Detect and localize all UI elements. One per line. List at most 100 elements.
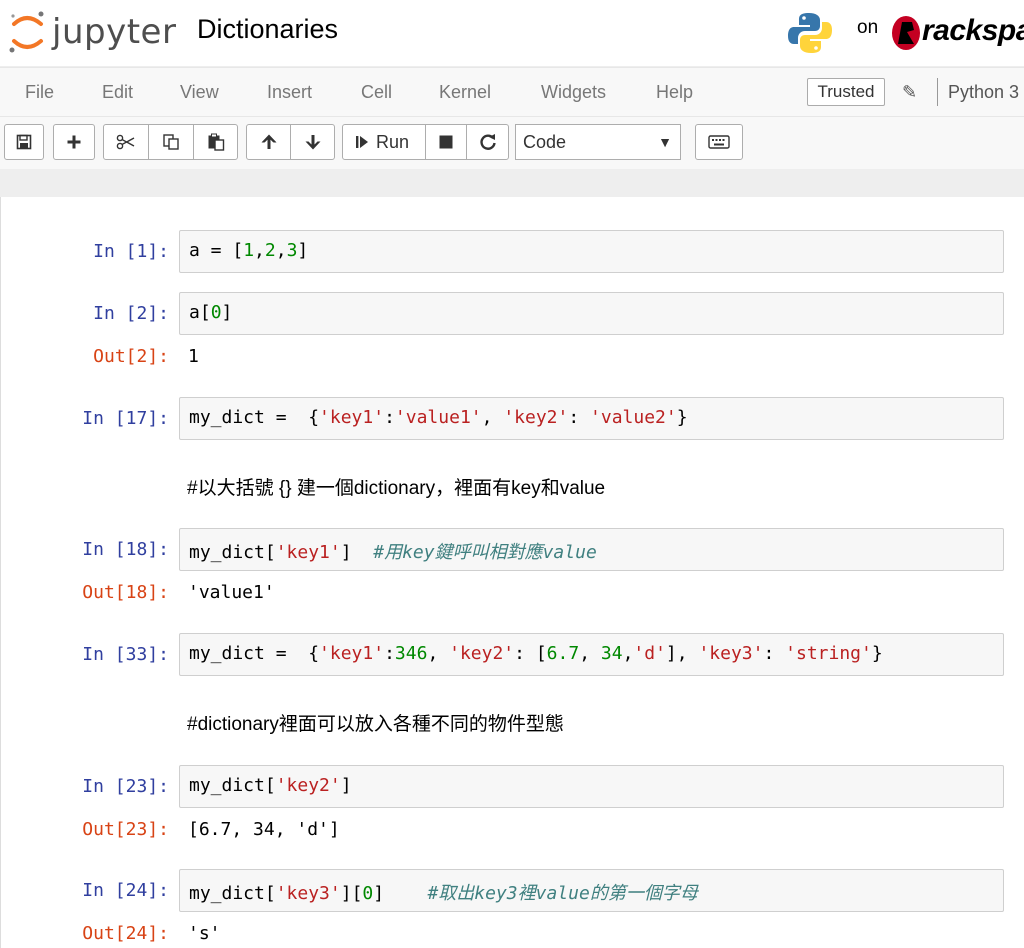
- code-cell[interactable]: In [33]: my_dict = {'key1':346, 'key2': …: [1, 633, 1024, 678]
- code-number: 34: [600, 643, 623, 664]
- copy-button[interactable]: [148, 124, 194, 160]
- code-cell[interactable]: In [1]: a = [1,2,3]: [1, 230, 1024, 275]
- input-prompt: In [24]:: [82, 880, 169, 901]
- code-token: ,: [622, 643, 634, 664]
- code-token: ,: [481, 407, 504, 428]
- code-cell[interactable]: In [23]: my_dict['key2'] Out[23]: [6.7, …: [1, 765, 1024, 850]
- code-cell[interactable]: In [24]: my_dict['key3'][0] #取出key3裡valu…: [1, 869, 1024, 948]
- markdown-text: #dictionary裡面可以放入各種不同的物件型態: [187, 714, 564, 735]
- code-input[interactable]: my_dict = {'key1':'value1', 'key2': 'val…: [179, 397, 1004, 440]
- menu-cell[interactable]: Cell: [361, 82, 392, 103]
- code-token: ],: [665, 643, 699, 664]
- python-logo-icon: [788, 13, 832, 53]
- output-prompt: Out[18]:: [82, 582, 169, 603]
- run-button-label: Run: [376, 131, 410, 152]
- markdown-cell[interactable]: #以大括號 {} 建一個dictionary，裡面有key和value: [1, 473, 1024, 503]
- input-prompt: In [1]:: [93, 241, 169, 262]
- paste-icon: [208, 133, 224, 151]
- move-down-button[interactable]: [290, 124, 335, 160]
- code-token: ]: [221, 302, 233, 323]
- code-text[interactable]: my_dict['key1'] #用key鍵呼叫相對應value: [189, 538, 597, 564]
- code-cell[interactable]: In [2]: a[0] Out[2]: 1: [1, 292, 1024, 377]
- code-string: 'd': [633, 643, 666, 664]
- run-icon: [356, 136, 368, 148]
- menu-view[interactable]: View: [180, 82, 219, 103]
- markdown-cell[interactable]: #dictionary裡面可以放入各種不同的物件型態: [1, 709, 1024, 739]
- jupyter-logo-icon: [9, 11, 44, 53]
- code-string: 'key2': [449, 643, 515, 664]
- scissors-icon: [116, 134, 135, 150]
- cell-type-select[interactable]: Code ▼: [515, 124, 681, 160]
- jupyter-logo[interactable]: jupyter: [8, 10, 176, 56]
- code-token: my_dict = {: [189, 643, 320, 664]
- code-text[interactable]: my_dict = {'key1':346, 'key2': [6.7, 34,…: [189, 643, 883, 664]
- code-text[interactable]: my_dict['key2']: [189, 775, 352, 796]
- code-token: :: [384, 407, 395, 428]
- move-up-button[interactable]: [246, 124, 291, 160]
- save-button[interactable]: [4, 124, 44, 160]
- input-prompt: In [2]:: [93, 303, 169, 324]
- code-token: }: [871, 643, 883, 664]
- save-icon: [16, 134, 32, 150]
- menu-help[interactable]: Help: [656, 82, 693, 103]
- code-text[interactable]: my_dict['key3'][0] #取出key3裡value的第一個字母: [189, 879, 698, 905]
- code-cell[interactable]: In [18]: my_dict['key1'] #用key鍵呼叫相對應valu…: [1, 528, 1024, 613]
- rackspace-wordmark: rackspace: [922, 14, 1024, 47]
- notebook-title[interactable]: Dictionaries: [197, 14, 338, 45]
- code-input[interactable]: my_dict['key1'] #用key鍵呼叫相對應value: [179, 528, 1004, 571]
- toolbar: Run Code ▼: [0, 117, 1024, 169]
- code-string: 'key2': [503, 407, 569, 428]
- code-number: 1: [243, 240, 255, 261]
- cut-button[interactable]: [103, 124, 149, 160]
- code-text[interactable]: a[0]: [189, 302, 232, 323]
- code-text[interactable]: my_dict = {'key1':'value1', 'key2': 'val…: [189, 407, 688, 428]
- code-input[interactable]: my_dict['key2']: [179, 765, 1004, 808]
- insert-cell-button[interactable]: [53, 124, 95, 160]
- code-token: my_dict[: [189, 542, 276, 563]
- code-token: :: [763, 643, 786, 664]
- code-token: a = [: [189, 240, 244, 261]
- input-prompt: In [23]:: [82, 776, 169, 797]
- restart-icon: [479, 134, 496, 150]
- paste-button[interactable]: [193, 124, 238, 160]
- menu-file[interactable]: File: [25, 82, 54, 103]
- restart-button[interactable]: [466, 124, 509, 160]
- code-string: 'key3': [275, 883, 341, 904]
- code-number: 0: [210, 302, 222, 323]
- kernel-name[interactable]: Python 3: [948, 82, 1019, 103]
- command-palette-button[interactable]: [695, 124, 743, 160]
- code-string: 'string': [785, 643, 872, 664]
- dropdown-arrow-icon: ▼: [658, 134, 672, 150]
- cell-output: 1: [188, 346, 199, 367]
- code-token: my_dict[: [189, 775, 276, 796]
- code-token: }: [676, 407, 688, 428]
- code-input[interactable]: my_dict = {'key1':346, 'key2': [6.7, 34,…: [179, 633, 1004, 676]
- input-prompt: In [18]:: [82, 539, 169, 560]
- output-prompt: Out[2]:: [93, 346, 169, 367]
- menu-widgets[interactable]: Widgets: [541, 82, 606, 103]
- pencil-icon[interactable]: ✎: [902, 82, 917, 103]
- code-string: 'key1': [319, 643, 385, 664]
- output-prompt: Out[24]:: [82, 923, 169, 944]
- interrupt-button[interactable]: [425, 124, 467, 160]
- code-token: : [: [514, 643, 547, 664]
- code-input[interactable]: a[0]: [179, 292, 1004, 335]
- code-cell[interactable]: In [17]: my_dict = {'key1':'value1', 'ke…: [1, 397, 1024, 442]
- menu-kernel[interactable]: Kernel: [439, 82, 491, 103]
- rackspace-mark-icon: [892, 16, 920, 50]
- code-token: ,: [275, 240, 287, 261]
- menu-edit[interactable]: Edit: [102, 82, 133, 103]
- code-input[interactable]: a = [1,2,3]: [179, 230, 1004, 273]
- menu-insert[interactable]: Insert: [267, 82, 312, 103]
- arrow-up-icon: [261, 134, 276, 149]
- code-token: my_dict[: [189, 883, 276, 904]
- code-token: ]: [340, 542, 374, 563]
- kernel-separator: [937, 78, 938, 106]
- code-number: 6.7: [546, 643, 580, 664]
- code-text[interactable]: a = [1,2,3]: [189, 240, 308, 261]
- markdown-text: #以大括號 {} 建一個dictionary，裡面有key和value: [187, 478, 606, 499]
- code-number: 3: [286, 240, 298, 261]
- code-input[interactable]: my_dict['key3'][0] #取出key3裡value的第一個字母: [179, 869, 1004, 912]
- run-button[interactable]: Run: [342, 124, 426, 160]
- trusted-indicator[interactable]: Trusted: [807, 78, 885, 106]
